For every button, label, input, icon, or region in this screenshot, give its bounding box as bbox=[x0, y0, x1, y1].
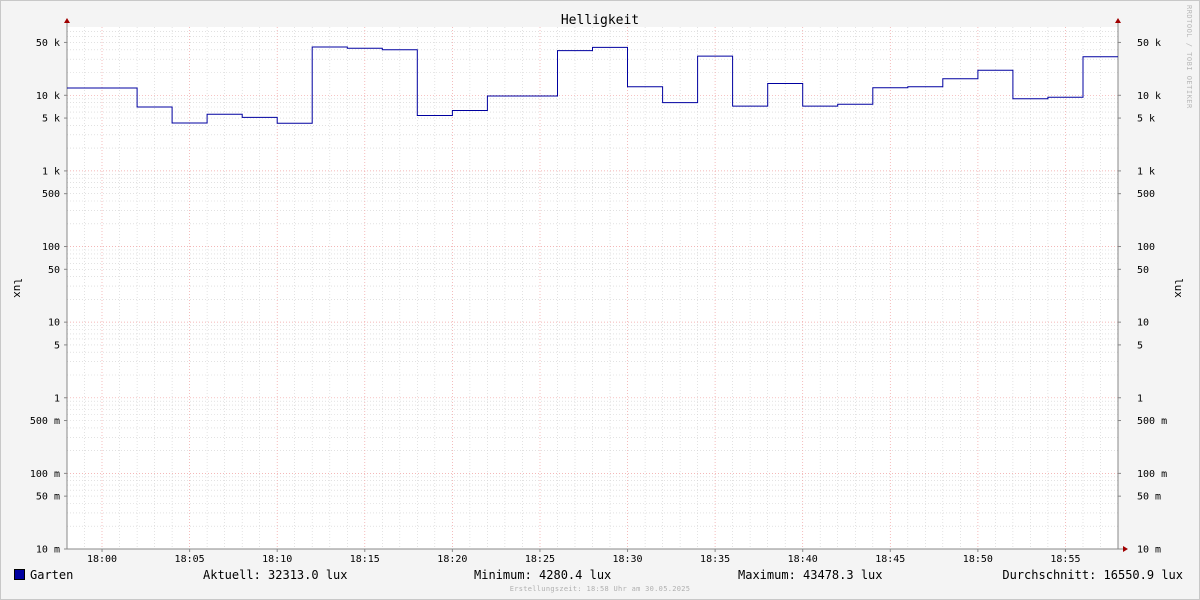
y-axis-right-ticks: 50 k 10 k 5 k 1 k 500 100 50 10 5 1 500 m 100 m 50 m… bbox=[1118, 38, 1167, 556]
y-tick-label-left: 50 m bbox=[36, 492, 60, 503]
x-axis-arrow bbox=[1123, 546, 1128, 552]
y-tick-label-left: 10 m bbox=[36, 545, 60, 556]
x-tick-label: 18:40 bbox=[788, 554, 818, 565]
y-tick-label-right: 100 bbox=[1137, 242, 1155, 253]
y-tick-label-left: 50 k bbox=[36, 38, 60, 49]
y-axis-label-right: lux bbox=[1172, 278, 1185, 298]
x-tick-label: 18:15 bbox=[350, 554, 380, 565]
y-tick-label-right: 50 bbox=[1137, 265, 1149, 276]
y-axis-left-arrow bbox=[64, 18, 70, 23]
y-tick-label-left: 5 bbox=[54, 340, 60, 351]
x-tick-label: 18:50 bbox=[963, 554, 993, 565]
legend-series-name: Garten bbox=[30, 568, 74, 582]
y-tick-label-left: 1 k bbox=[42, 166, 60, 177]
y-tick-label-right: 50 k bbox=[1137, 38, 1161, 49]
y-tick-label-right: 10 bbox=[1137, 318, 1149, 329]
x-tick-label: 18:30 bbox=[612, 554, 642, 565]
y-tick-label-right: 500 m bbox=[1137, 416, 1167, 427]
y-axis-label-left: lux bbox=[11, 278, 24, 298]
y-tick-label-left: 100 m bbox=[30, 469, 60, 480]
x-tick-label: 18:10 bbox=[262, 554, 292, 565]
y-tick-label-right: 500 bbox=[1137, 189, 1155, 200]
y-tick-label-left: 500 bbox=[42, 189, 60, 200]
y-tick-label-right: 5 k bbox=[1137, 114, 1155, 125]
x-tick-label: 18:45 bbox=[875, 554, 905, 565]
legend-current: Aktuell: 32313.0 lux bbox=[203, 568, 348, 582]
x-tick-label: 18:00 bbox=[87, 554, 117, 565]
y-tick-label-left: 500 m bbox=[30, 416, 60, 427]
legend-average: Durchschnitt: 16550.9 lux bbox=[1002, 568, 1183, 582]
watermark: RRDTOOL / TOBI OETIKER bbox=[1185, 5, 1193, 109]
x-tick-label: 18:55 bbox=[1050, 554, 1080, 565]
y-tick-label-left: 100 bbox=[42, 242, 60, 253]
x-tick-label: 18:20 bbox=[437, 554, 467, 565]
y-tick-label-left: 10 bbox=[48, 318, 60, 329]
y-tick-label-left: 10 k bbox=[36, 91, 60, 102]
y-tick-label-right: 10 k bbox=[1137, 91, 1161, 102]
y-tick-label-left: 1 bbox=[54, 393, 60, 404]
brightness-chart: 50 k 10 k 5 k 1 k 500 100 50 10 5 1 500 m 100 m 50 m… bbox=[11, 5, 1193, 565]
y-tick-label-right: 5 bbox=[1137, 340, 1143, 351]
footer-timestamp: Erstellungszeit: 18:58 Uhr am 30.05.2025 bbox=[509, 585, 691, 593]
x-tick-label: 18:35 bbox=[700, 554, 730, 565]
x-tick-label: 18:25 bbox=[525, 554, 555, 565]
y-axis-left-ticks: 50 k 10 k 5 k 1 k 500 100 50 10 5 1 500 m 100 m 50 m… bbox=[30, 38, 67, 556]
y-tick-label-left: 50 bbox=[48, 265, 60, 276]
y-tick-label-right: 50 m bbox=[1137, 492, 1161, 503]
y-tick-label-right: 1 bbox=[1137, 393, 1143, 404]
y-tick-label-left: 5 k bbox=[42, 114, 60, 125]
y-axis-right-arrow bbox=[1115, 18, 1121, 23]
legend-swatch-garten bbox=[14, 569, 25, 580]
x-tick-label: 18:05 bbox=[175, 554, 205, 565]
y-tick-label-right: 1 k bbox=[1137, 166, 1155, 177]
legend-maximum: Maximum: 43478.3 lux bbox=[738, 568, 883, 582]
y-tick-label-right: 100 m bbox=[1137, 469, 1167, 480]
chart-title: Helligkeit bbox=[561, 13, 639, 28]
legend: Garten Aktuell: 32313.0 lux Minimum: 428… bbox=[0, 566, 1200, 584]
y-tick-label-right: 10 m bbox=[1137, 545, 1161, 556]
legend-minimum: Minimum: 4280.4 lux bbox=[474, 568, 612, 582]
x-axis-ticks: 18:00 18:05 18:10 18:15 18:20 18:25 18:30 18:35… bbox=[87, 549, 1081, 565]
